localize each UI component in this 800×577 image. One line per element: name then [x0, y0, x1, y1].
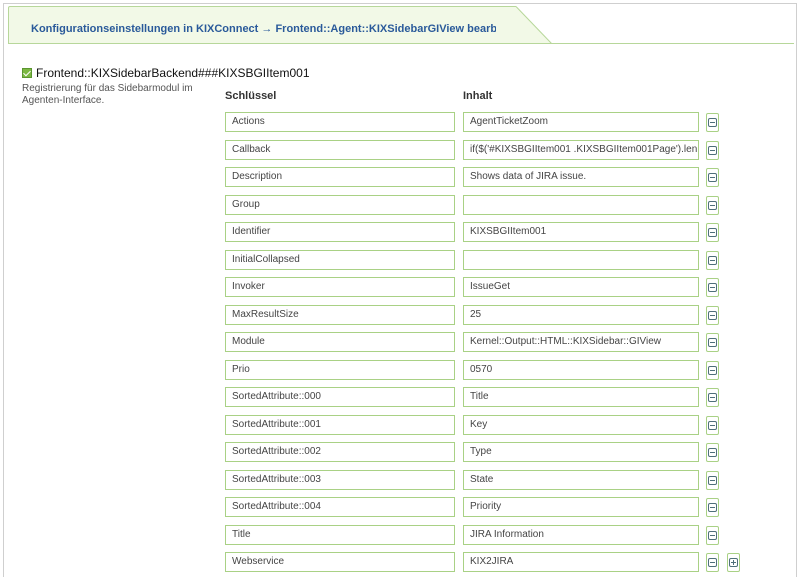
- minus-square-icon: [708, 146, 717, 155]
- key-input[interactable]: SortedAttribute::002: [225, 442, 455, 462]
- setting-enabled-checkbox[interactable]: [22, 68, 32, 78]
- value-input[interactable]: KIXSBGIItem001: [463, 222, 699, 242]
- add-row-button[interactable]: [727, 553, 740, 572]
- table-row: Identifier KIXSBGIItem001: [0, 222, 800, 242]
- value-input[interactable]: Key: [463, 415, 699, 435]
- minus-square-icon: [708, 173, 717, 182]
- value-input[interactable]: Type: [463, 442, 699, 462]
- value-input[interactable]: Kernel::Output::HTML::KIXSidebar::GIView: [463, 332, 699, 352]
- value-input[interactable]: Priority: [463, 497, 699, 517]
- key-input[interactable]: SortedAttribute::001: [225, 415, 455, 435]
- table-row: Actions AgentTicketZoom: [0, 112, 800, 132]
- header-tab: Konfigurationseinstellungen in KIXConnec…: [8, 6, 523, 44]
- value-input[interactable]: [463, 250, 699, 270]
- header-divider: [8, 43, 794, 44]
- plus-square-icon: [729, 558, 738, 567]
- minus-square-icon: [708, 366, 717, 375]
- value-column-header: Inhalt: [463, 90, 493, 102]
- table-row: SortedAttribute::002 Type: [0, 442, 800, 462]
- value-input[interactable]: AgentTicketZoom: [463, 112, 699, 132]
- remove-row-button[interactable]: [706, 196, 719, 215]
- minus-square-icon: [708, 476, 717, 485]
- key-input[interactable]: Actions: [225, 112, 455, 132]
- minus-square-icon: [708, 558, 717, 567]
- minus-square-icon: [708, 393, 717, 402]
- key-input[interactable]: Group: [225, 195, 455, 215]
- key-input[interactable]: InitialCollapsed: [225, 250, 455, 270]
- minus-square-icon: [708, 531, 717, 540]
- table-row: Prio 0570: [0, 360, 800, 380]
- remove-row-button[interactable]: [706, 333, 719, 352]
- key-input[interactable]: Identifier: [225, 222, 455, 242]
- key-input[interactable]: Module: [225, 332, 455, 352]
- setting-description: Registrierung für das Sidebarmodul im Ag…: [22, 83, 193, 106]
- minus-square-icon: [708, 256, 717, 265]
- header-tab-slant: [496, 6, 553, 44]
- table-row: MaxResultSize 25: [0, 305, 800, 325]
- key-input[interactable]: Callback: [225, 140, 455, 160]
- key-input[interactable]: Title: [225, 525, 455, 545]
- key-input[interactable]: SortedAttribute::003: [225, 470, 455, 490]
- value-input[interactable]: Title: [463, 387, 699, 407]
- value-input[interactable]: JIRA Information: [463, 525, 699, 545]
- value-input[interactable]: [463, 195, 699, 215]
- remove-row-button[interactable]: [706, 443, 719, 462]
- key-input[interactable]: SortedAttribute::000: [225, 387, 455, 407]
- setting-title: Frontend::KIXSidebarBackend###KIXSBGIIte…: [22, 66, 310, 80]
- setting-name: Frontend::KIXSidebarBackend###KIXSBGIIte…: [36, 66, 310, 80]
- key-input[interactable]: Invoker: [225, 277, 455, 297]
- value-input[interactable]: if($('#KIXSBGIItem001 .KIXSBGIItem001Pag…: [463, 140, 699, 160]
- key-input[interactable]: MaxResultSize: [225, 305, 455, 325]
- minus-square-icon: [708, 311, 717, 320]
- value-input[interactable]: 25: [463, 305, 699, 325]
- remove-row-button[interactable]: [706, 553, 719, 572]
- remove-row-button[interactable]: [706, 251, 719, 270]
- table-row: Invoker IssueGet: [0, 277, 800, 297]
- remove-row-button[interactable]: [706, 223, 719, 242]
- minus-square-icon: [708, 118, 717, 127]
- table-row: Module Kernel::Output::HTML::KIXSidebar::…: [0, 332, 800, 352]
- value-input[interactable]: 0570: [463, 360, 699, 380]
- value-input[interactable]: KIX2JIRA: [463, 552, 699, 572]
- remove-row-button[interactable]: [706, 498, 719, 517]
- header-tab-title: Konfigurationseinstellungen in KIXConnec…: [31, 23, 523, 35]
- table-row: InitialCollapsed: [0, 250, 800, 270]
- table-row: SortedAttribute::001 Key: [0, 415, 800, 435]
- key-column-header: Schlüssel: [225, 90, 277, 102]
- value-input[interactable]: State: [463, 470, 699, 490]
- remove-row-button[interactable]: [706, 113, 719, 132]
- minus-square-icon: [708, 503, 717, 512]
- remove-row-button[interactable]: [706, 168, 719, 187]
- table-row: SortedAttribute::004 Priority: [0, 497, 800, 517]
- remove-row-button[interactable]: [706, 278, 719, 297]
- remove-row-button[interactable]: [706, 306, 719, 325]
- key-input[interactable]: SortedAttribute::004: [225, 497, 455, 517]
- remove-row-button[interactable]: [706, 141, 719, 160]
- minus-square-icon: [708, 421, 717, 430]
- table-row: SortedAttribute::003 State: [0, 470, 800, 490]
- remove-row-button[interactable]: [706, 526, 719, 545]
- minus-square-icon: [708, 338, 717, 347]
- minus-square-icon: [708, 228, 717, 237]
- table-row: SortedAttribute::000 Title: [0, 387, 800, 407]
- table-row: Callback if($('#KIXSBGIItem001 .KIXSBGIIt…: [0, 140, 800, 160]
- key-input[interactable]: Description: [225, 167, 455, 187]
- remove-row-button[interactable]: [706, 361, 719, 380]
- minus-square-icon: [708, 201, 717, 210]
- table-row: Title JIRA Information: [0, 525, 800, 545]
- table-row: Description Shows data of JIRA issue.: [0, 167, 800, 187]
- remove-row-button[interactable]: [706, 416, 719, 435]
- minus-square-icon: [708, 448, 717, 457]
- key-input[interactable]: Webservice: [225, 552, 455, 572]
- value-input[interactable]: IssueGet: [463, 277, 699, 297]
- key-input[interactable]: Prio: [225, 360, 455, 380]
- minus-square-icon: [708, 283, 717, 292]
- table-row: Group: [0, 195, 800, 215]
- remove-row-button[interactable]: [706, 471, 719, 490]
- table-row: Webservice KIX2JIRA: [0, 552, 800, 572]
- remove-row-button[interactable]: [706, 388, 719, 407]
- value-input[interactable]: Shows data of JIRA issue.: [463, 167, 699, 187]
